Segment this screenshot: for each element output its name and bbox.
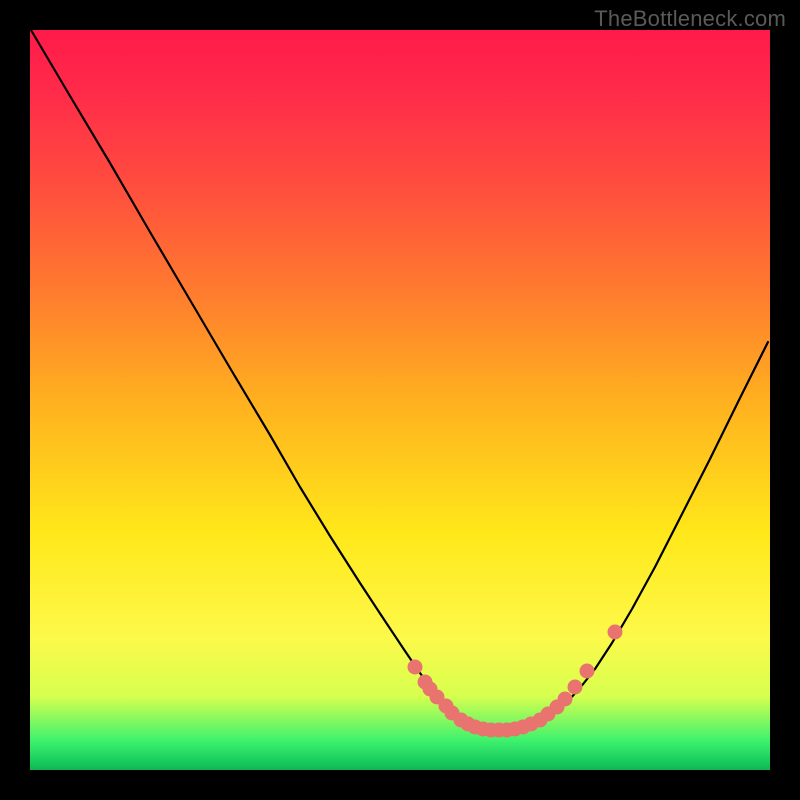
bottleneck-curve <box>31 30 768 730</box>
plot-area <box>30 30 770 770</box>
highlight-dot <box>408 660 423 675</box>
highlight-dot <box>608 625 623 640</box>
chart-svg <box>30 30 770 770</box>
highlight-dot <box>558 692 573 707</box>
highlight-dots-group <box>408 625 623 738</box>
highlight-dot <box>568 680 583 695</box>
chart-frame: TheBottleneck.com <box>0 0 800 800</box>
watermark-label: TheBottleneck.com <box>594 6 786 32</box>
highlight-dot <box>580 664 595 679</box>
